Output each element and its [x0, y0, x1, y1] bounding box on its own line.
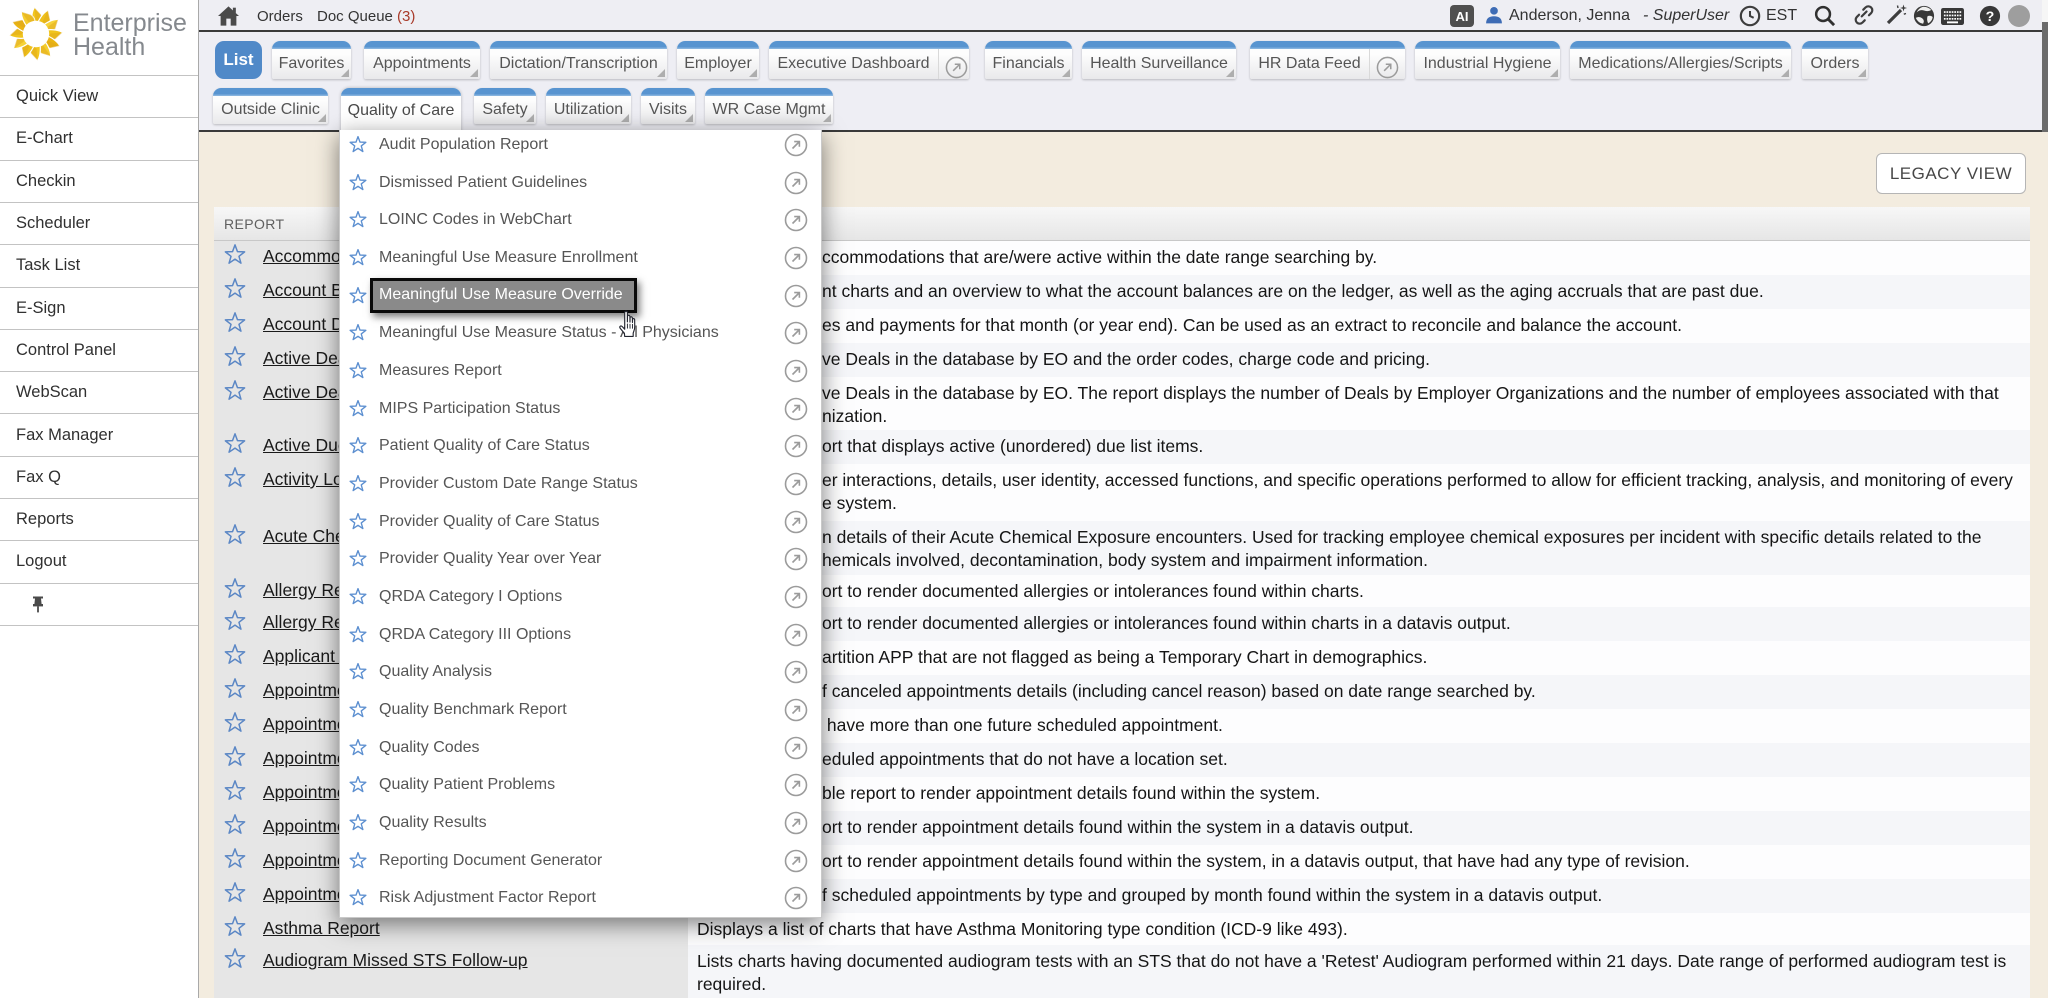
svg-text:?: ? — [1986, 9, 1995, 25]
